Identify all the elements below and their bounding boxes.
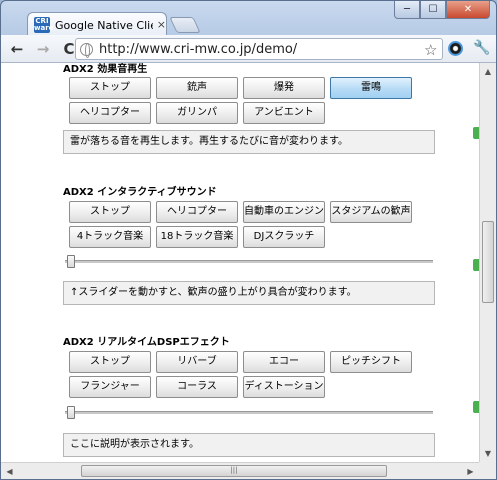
interactive-dj-scratch-button[interactable]: DJスクラッチ [243, 226, 325, 248]
se-explosion-button[interactable]: 爆発 [243, 77, 325, 99]
new-tab-button[interactable] [169, 17, 201, 33]
interactive-stadium-cheer-button[interactable]: スタジアムの歓声 [330, 201, 412, 223]
section-heading: ADX2 リアルタイムDSPエフェクト [63, 337, 230, 348]
browser-toolbar: ← → C http://www.cri-mw.co.jp/demo/ ☆ 🔧 [1, 35, 496, 63]
section-dsp: ADX2 リアルタイムDSPエフェクト ストップ リバーブ エコー ピッチシフト… [63, 336, 439, 457]
section-se: ADX2 効果音再生 ストップ 銃声 爆発 雷鳴 ヘリコプター ガリンパ アンビ… [63, 63, 439, 154]
interactive-helicopter-button[interactable]: ヘリコプター [156, 201, 238, 223]
address-url[interactable]: http://www.cri-mw.co.jp/demo/ [99, 42, 297, 57]
interactive-car-engine-button[interactable]: 自動車のエンジン [243, 201, 325, 223]
section-interactive: ADX2 インタラクティブサウンド ストップ ヘリコプター 自動車のエンジン ス… [63, 186, 439, 305]
horizontal-scrollbar[interactable]: ◀ ||| ▶ [1, 462, 479, 479]
dsp-pitch-shift-button[interactable]: ピッチシフト [330, 351, 412, 373]
interactive-4track-music-button[interactable]: 4トラック音楽 [69, 226, 151, 248]
window-controls: ─ ☐ ✕ [394, 1, 490, 19]
dsp-stop-button[interactable]: ストップ [69, 351, 151, 373]
dsp-echo-button[interactable]: エコー [243, 351, 325, 373]
se-helicopter-button[interactable]: ヘリコプター [69, 102, 151, 124]
dsp-slider-track[interactable] [65, 411, 433, 414]
scroll-down-arrow-icon[interactable]: ▼ [480, 445, 496, 462]
page-viewport: ADX2 効果音再生 ストップ 銃声 爆発 雷鳴 ヘリコプター ガリンパ アンビ… [1, 63, 479, 462]
minimize-button[interactable]: ─ [394, 1, 420, 19]
interactive-description: ↑スライダーを動かすと、歓声の盛り上がり具合が変わります。 [63, 281, 435, 305]
tab-strip: CRIware Google Native Clientデモ × [7, 9, 417, 36]
se-thunder-button[interactable]: 雷鳴 [330, 77, 412, 99]
dsp-distortion-button[interactable]: ディストーション [243, 376, 325, 398]
dsp-flanger-button[interactable]: フランジャー [69, 376, 151, 398]
vertical-scroll-thumb[interactable] [482, 221, 494, 303]
section-heading: ADX2 効果音再生 [63, 64, 148, 75]
dsp-slider-thumb[interactable] [67, 406, 75, 419]
se-gunshot-button[interactable]: 銃声 [156, 77, 238, 99]
se-galinpa-button[interactable]: ガリンパ [156, 102, 238, 124]
extension-icon[interactable] [448, 41, 463, 56]
interactive-slider-thumb[interactable] [67, 255, 75, 268]
interactive-18track-music-button[interactable]: 18トラック音楽 [156, 226, 238, 248]
wrench-menu-icon[interactable]: 🔧 [473, 40, 490, 56]
maximize-button[interactable]: ☐ [420, 1, 446, 19]
interactive-stop-button[interactable]: ストップ [69, 201, 151, 223]
cri-ware-favicon-icon: CRI ware [34, 16, 54, 33]
se-description: 雷が落ちる音を再生します。再生するたびに音が変わります。 [63, 130, 435, 154]
dsp-chorus-button[interactable]: コーラス [156, 376, 238, 398]
back-button[interactable]: ← [7, 39, 27, 59]
scroll-left-arrow-icon[interactable]: ◀ [1, 463, 18, 479]
forward-button[interactable]: → [33, 39, 53, 59]
tab-close-icon[interactable]: × [157, 18, 166, 31]
scroll-up-arrow-icon[interactable]: ▲ [480, 63, 496, 80]
dsp-reverb-button[interactable]: リバーブ [156, 351, 238, 373]
close-window-button[interactable]: ✕ [446, 1, 490, 19]
vertical-scrollbar[interactable]: ▲ ▼ [479, 63, 496, 462]
interactive-slider-track[interactable] [65, 260, 433, 263]
se-ambient-button[interactable]: アンビエント [243, 102, 325, 124]
scrollbar-corner [479, 462, 496, 479]
scroll-right-arrow-icon[interactable]: ▶ [462, 463, 479, 479]
address-bar[interactable]: http://www.cri-mw.co.jp/demo/ [75, 38, 443, 60]
horizontal-scroll-thumb[interactable]: ||| [81, 465, 387, 477]
tab-title: Google Native Clientデモ [55, 18, 153, 32]
section-heading: ADX2 インタラクティブサウンド [63, 187, 217, 198]
tab-google-native-client-demo[interactable]: CRIware Google Native Clientデモ × [27, 12, 167, 36]
dsp-description: ここに説明が表示されます。 [63, 433, 435, 457]
se-stop-button[interactable]: ストップ [69, 77, 151, 99]
bookmark-star-icon[interactable]: ☆ [424, 41, 437, 59]
browser-window: CRIware Google Native Clientデモ × ─ ☐ ✕ ←… [0, 0, 497, 480]
globe-icon [80, 42, 93, 58]
